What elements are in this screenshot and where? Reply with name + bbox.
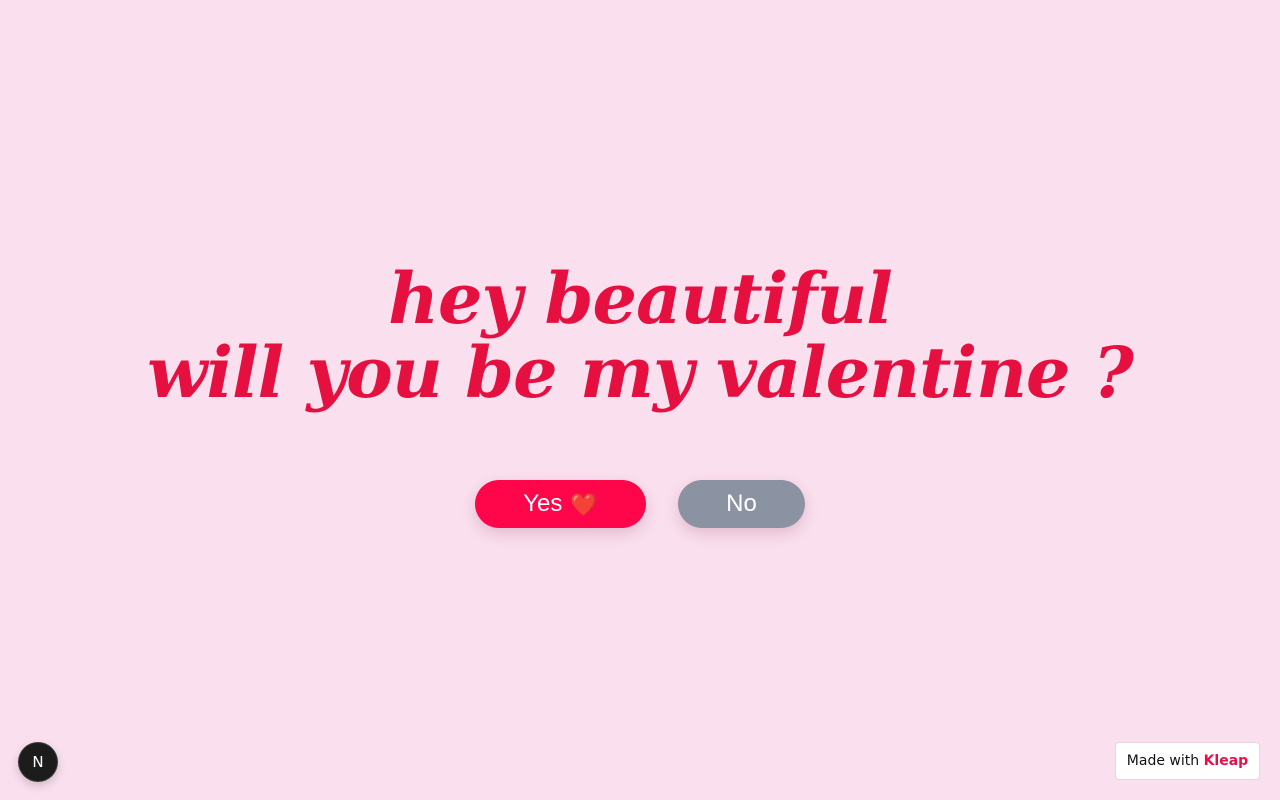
made-with-kleap-badge[interactable]: Made with Kleap (1115, 742, 1260, 780)
nextjs-logo-icon[interactable]: N (19, 743, 57, 781)
question-line-1: hey beautiful (388, 257, 893, 340)
yes-button-label: Yes (523, 490, 563, 517)
no-button-label: No (726, 490, 757, 517)
made-with-prefix: Made with (1126, 753, 1200, 769)
next-badge-letter: N (32, 753, 44, 771)
heart-icon: ❤️ (570, 492, 598, 517)
valentine-question: hey beautiful will you be my valentine ? (0, 262, 1280, 410)
no-button[interactable]: No (678, 480, 805, 528)
kleap-brand-link: Kleap (1203, 753, 1249, 769)
question-line-2: will you be my valentine ? (147, 331, 1134, 414)
yes-button[interactable]: Yes ❤️ (475, 480, 646, 528)
